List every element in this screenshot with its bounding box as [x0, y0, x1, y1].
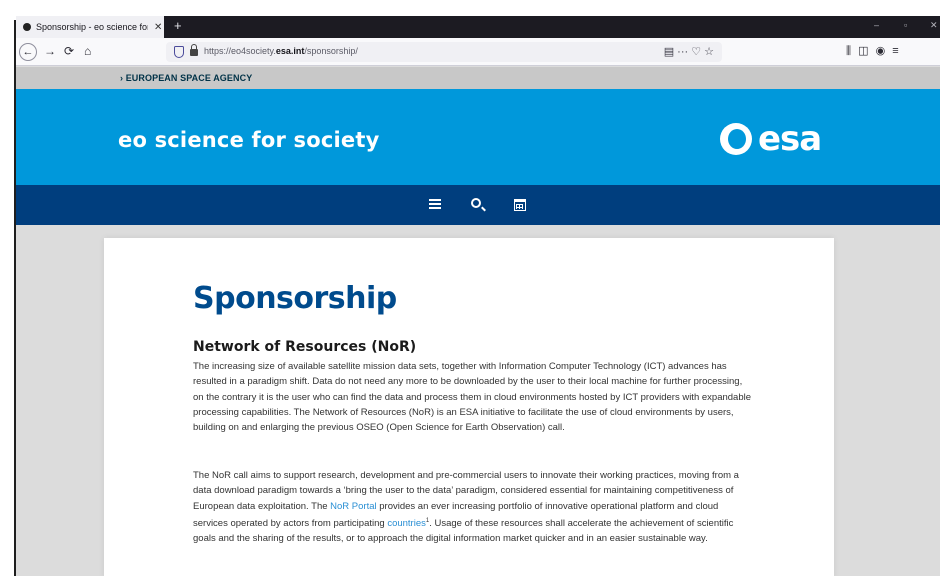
- new-tab-button[interactable]: +: [174, 18, 182, 33]
- url-text[interactable]: https://eo4society.esa.int/sponsorship/: [204, 46, 358, 56]
- url-domain: esa.int: [275, 46, 305, 56]
- tab-close-icon[interactable]: ✕: [154, 22, 162, 33]
- site-header: eo science for society esa: [16, 89, 940, 185]
- esa-logo-text: esa: [758, 119, 822, 159]
- nor-portal-link[interactable]: NoR Portal: [330, 501, 376, 512]
- agency-bar: › EUROPEAN SPACE AGENCY: [16, 67, 940, 89]
- esa-logo[interactable]: esa: [720, 119, 822, 159]
- countries-link[interactable]: countries: [387, 518, 426, 529]
- toolbar-right-icons[interactable]: ⫼ ◫ ◉ ≡: [846, 45, 901, 57]
- home-button[interactable]: ⌂: [84, 45, 91, 57]
- back-button[interactable]: ←: [19, 43, 37, 61]
- european-space-agency-link[interactable]: › EUROPEAN SPACE AGENCY: [120, 73, 252, 83]
- reload-button[interactable]: ⟳: [64, 45, 74, 57]
- menu-hamburger-icon[interactable]: [427, 197, 443, 213]
- site-title-link[interactable]: eo science for society: [118, 128, 380, 152]
- esa-swirl-icon: [720, 123, 752, 155]
- search-icon[interactable]: [470, 197, 486, 213]
- minimize-button[interactable]: –: [874, 20, 879, 30]
- address-bar[interactable]: https://eo4society.esa.int/sponsorship/ …: [166, 42, 722, 62]
- restore-button[interactable]: ▫: [904, 20, 907, 30]
- paragraph-nor-intro: The increasing size of available satelli…: [193, 361, 751, 434]
- page-title: Sponsorship: [193, 281, 397, 316]
- forward-button[interactable]: →: [44, 45, 56, 57]
- page-actions-icons[interactable]: ▤ ··· ♡ ☆: [664, 45, 714, 58]
- section-heading: Network of Resources (NoR): [193, 339, 417, 355]
- calendar-icon[interactable]: [512, 197, 528, 213]
- tab-bar: Sponsorship - eo science for so ✕ + – ▫ …: [16, 16, 940, 38]
- navigation-toolbar: ← → ⟳ ⌂ https://eo4society.esa.int/spons…: [16, 38, 940, 66]
- close-window-button[interactable]: ✕: [930, 20, 938, 31]
- paragraph-nor-call: The NoR call aims to support research, d…: [193, 470, 739, 545]
- tracking-protection-shield-icon[interactable]: [174, 46, 184, 58]
- site-favicon-icon: [23, 23, 31, 31]
- tab-title: Sponsorship - eo science for so: [36, 22, 148, 32]
- site-menu-bar: [16, 185, 940, 225]
- lock-icon[interactable]: [190, 44, 198, 56]
- browser-tab[interactable]: Sponsorship - eo science for so ✕: [16, 16, 164, 38]
